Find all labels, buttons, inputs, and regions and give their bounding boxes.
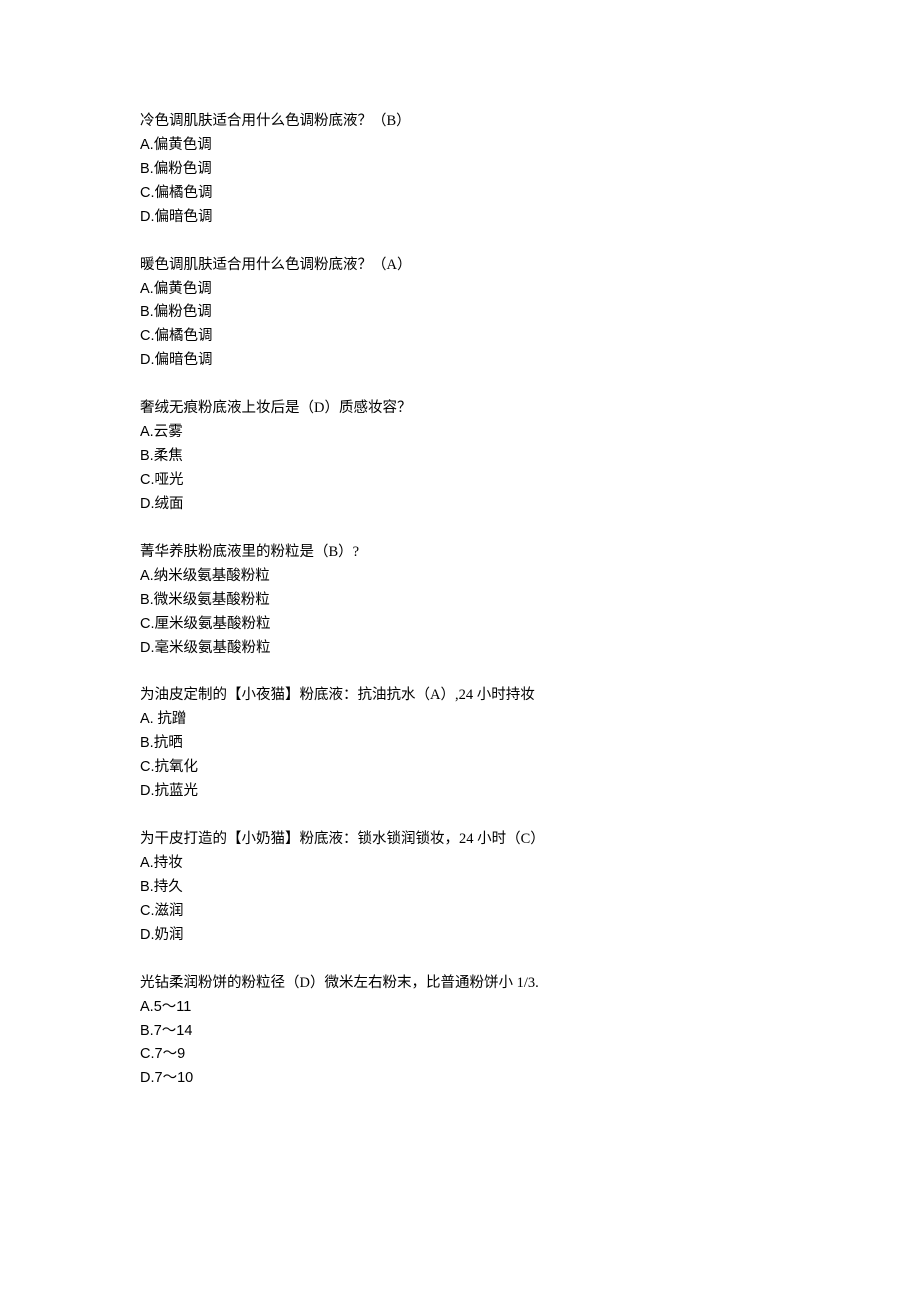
option-text: 偏暗色调 <box>155 352 213 368</box>
option-row: A.纳米级氨基酸粉粒 <box>140 565 780 589</box>
option-letter: B. <box>140 592 154 608</box>
option-letter: D. <box>140 1070 155 1086</box>
option-row: D.7～10 <box>140 1067 780 1091</box>
option-letter: D. <box>140 209 155 225</box>
option-text: 偏粉色调 <box>154 304 212 320</box>
option-text: 云雾 <box>154 424 183 440</box>
option-text: 哑光 <box>155 472 184 488</box>
option-row: B.柔焦 <box>140 445 780 469</box>
option-row: D.毫米级氨基酸粉粒 <box>140 637 780 661</box>
option-letter: C. <box>140 616 155 632</box>
option-row: C.厘米级氨基酸粉粒 <box>140 613 780 637</box>
option-text: 抗蹭 <box>154 711 187 727</box>
question-text: 冷色调肌肤适合用什么色调粉底液？（B） <box>140 110 780 134</box>
option-letter: A. <box>140 281 154 297</box>
question-block: 暖色调肌肤适合用什么色调粉底液？（A） A.偏黄色调 B.偏粉色调 C.偏橘色调… <box>140 254 780 374</box>
option-text: 偏黄色调 <box>154 137 212 153</box>
option-text: 5～11 <box>154 999 192 1015</box>
option-row: A.5～11 <box>140 996 780 1020</box>
option-letter: D. <box>140 352 155 368</box>
option-row: C.抗氧化 <box>140 756 780 780</box>
option-letter: A. <box>140 999 154 1015</box>
option-row: D.偏暗色调 <box>140 349 780 373</box>
question-block: 为油皮定制的【小夜猫】粉底液：抗油抗水（A）,24 小时持妆 A. 抗蹭 B.抗… <box>140 684 780 804</box>
document-page: 冷色调肌肤适合用什么色调粉底液？（B） A.偏黄色调 B.偏粉色调 C.偏橘色调… <box>0 0 920 1175</box>
option-letter: C. <box>140 328 155 344</box>
option-row: D.绒面 <box>140 493 780 517</box>
option-row: B.偏粉色调 <box>140 301 780 325</box>
option-text: 微米级氨基酸粉粒 <box>154 592 270 608</box>
option-letter: C. <box>140 1046 155 1062</box>
option-text: 抗蓝光 <box>155 783 199 799</box>
option-letter: D. <box>140 927 155 943</box>
option-text: 抗氧化 <box>155 759 199 775</box>
option-letter: C. <box>140 903 155 919</box>
option-letter: B. <box>140 448 154 464</box>
option-text: 7～10 <box>155 1070 194 1086</box>
option-letter: A. <box>140 137 154 153</box>
option-letter: B. <box>140 1023 154 1039</box>
question-text: 奢绒无痕粉底液上妆后是（D）质感妆容？ <box>140 397 780 421</box>
question-text: 菁华养肤粉底液里的粉粒是（B）? <box>140 541 780 565</box>
option-row: B.持久 <box>140 876 780 900</box>
option-row: A.持妆 <box>140 852 780 876</box>
question-text: 为油皮定制的【小夜猫】粉底液：抗油抗水（A）,24 小时持妆 <box>140 684 780 708</box>
option-row: B.偏粉色调 <box>140 158 780 182</box>
option-row: D.抗蓝光 <box>140 780 780 804</box>
option-row: C.滋润 <box>140 900 780 924</box>
option-row: C.7～9 <box>140 1043 780 1067</box>
option-letter: D. <box>140 640 155 656</box>
option-text: 偏橘色调 <box>155 328 213 344</box>
option-text: 持妆 <box>154 855 183 871</box>
option-letter: C. <box>140 185 155 201</box>
option-row: A. 抗蹭 <box>140 708 780 732</box>
option-row: C.哑光 <box>140 469 780 493</box>
option-text: 持久 <box>154 879 183 895</box>
option-text: 偏橘色调 <box>155 185 213 201</box>
option-letter: B. <box>140 161 154 177</box>
question-block: 奢绒无痕粉底液上妆后是（D）质感妆容？ A.云雾 B.柔焦 C.哑光 D.绒面 <box>140 397 780 517</box>
option-text: 偏暗色调 <box>155 209 213 225</box>
option-row: A.云雾 <box>140 421 780 445</box>
option-text: 奶润 <box>155 927 184 943</box>
option-letter: A. <box>140 568 154 584</box>
option-row: C.偏橘色调 <box>140 182 780 206</box>
option-letter: A. <box>140 424 154 440</box>
option-letter: B. <box>140 304 154 320</box>
option-letter: A. <box>140 855 154 871</box>
option-text: 纳米级氨基酸粉粒 <box>154 568 270 584</box>
option-row: D.偏暗色调 <box>140 206 780 230</box>
option-letter: C. <box>140 759 155 775</box>
option-row: D.奶润 <box>140 924 780 948</box>
option-letter: B. <box>140 879 154 895</box>
question-text: 光钻柔润粉饼的粉粒径（D）微米左右粉末，比普通粉饼小 1/3. <box>140 972 780 996</box>
option-row: B.7～14 <box>140 1020 780 1044</box>
option-letter: C. <box>140 472 155 488</box>
option-row: B.抗晒 <box>140 732 780 756</box>
option-text: 抗晒 <box>154 735 183 751</box>
option-text: 绒面 <box>155 496 184 512</box>
option-text: 偏黄色调 <box>154 281 212 297</box>
option-text: 7～9 <box>155 1046 186 1062</box>
option-text: 偏粉色调 <box>154 161 212 177</box>
option-text: 毫米级氨基酸粉粒 <box>155 640 271 656</box>
option-row: A.偏黄色调 <box>140 278 780 302</box>
option-text: 滋润 <box>155 903 184 919</box>
option-letter: D. <box>140 496 155 512</box>
option-row: C.偏橘色调 <box>140 325 780 349</box>
option-text: 柔焦 <box>154 448 183 464</box>
option-text: 7～14 <box>154 1023 193 1039</box>
option-row: A.偏黄色调 <box>140 134 780 158</box>
question-block: 菁华养肤粉底液里的粉粒是（B）? A.纳米级氨基酸粉粒 B.微米级氨基酸粉粒 C… <box>140 541 780 661</box>
option-letter: D. <box>140 783 155 799</box>
option-row: B.微米级氨基酸粉粒 <box>140 589 780 613</box>
question-block: 冷色调肌肤适合用什么色调粉底液？（B） A.偏黄色调 B.偏粉色调 C.偏橘色调… <box>140 110 780 230</box>
option-text: 厘米级氨基酸粉粒 <box>155 616 271 632</box>
question-text: 暖色调肌肤适合用什么色调粉底液？（A） <box>140 254 780 278</box>
question-block: 光钻柔润粉饼的粉粒径（D）微米左右粉末，比普通粉饼小 1/3. A.5～11 B… <box>140 972 780 1092</box>
question-block: 为干皮打造的【小奶猫】粉底液：锁水锁润锁妆，24 小时（C） A.持妆 B.持久… <box>140 828 780 948</box>
option-letter: A. <box>140 711 154 727</box>
option-letter: B. <box>140 735 154 751</box>
question-text: 为干皮打造的【小奶猫】粉底液：锁水锁润锁妆，24 小时（C） <box>140 828 780 852</box>
